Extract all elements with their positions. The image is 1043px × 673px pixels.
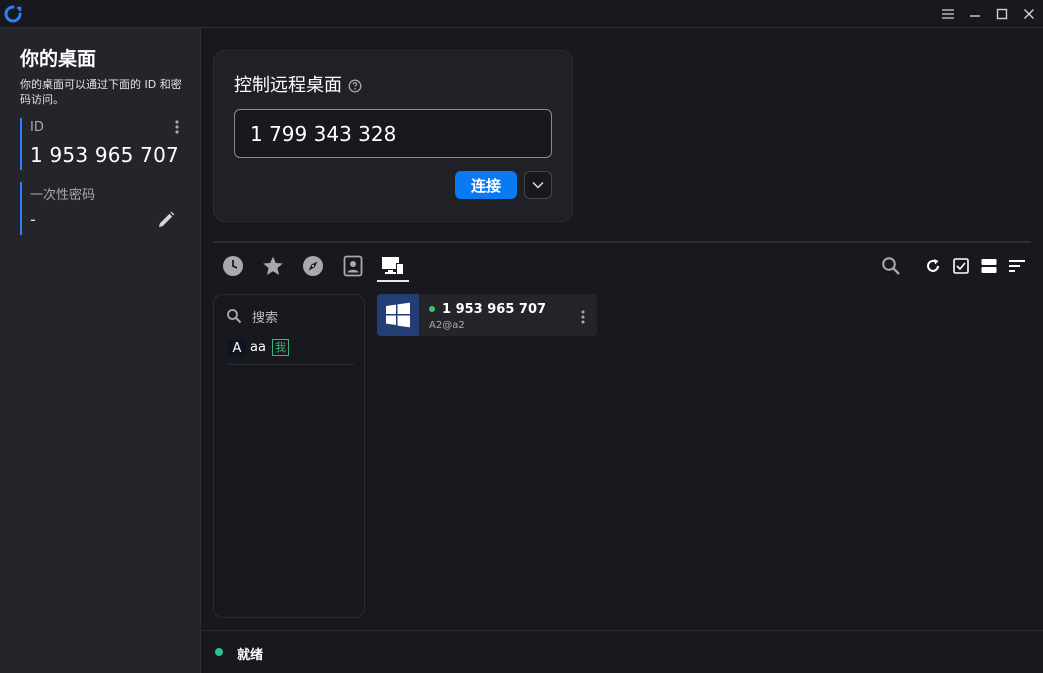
tab-discovered[interactable] (301, 254, 325, 278)
tag-search[interactable]: 搜索 (226, 305, 356, 327)
active-tab-indicator (377, 280, 409, 282)
tab-address-book[interactable] (341, 254, 365, 278)
app-logo-icon (4, 5, 22, 23)
tag-search-placeholder: 搜索 (252, 310, 279, 326)
password-value: - (30, 210, 36, 229)
help-icon[interactable] (348, 77, 362, 93)
peer-id: 1 953 965 707 (442, 302, 547, 317)
peer-alias: A2@a2 (429, 320, 465, 331)
refresh-button[interactable] (922, 255, 944, 277)
sort-button[interactable] (1006, 255, 1028, 277)
your-desktop-title: 你的桌面 (20, 48, 97, 70)
maximize-icon[interactable] (992, 4, 1012, 24)
remote-id-input[interactable] (234, 109, 552, 158)
tab-my-devices[interactable] (381, 254, 405, 278)
checkbox-icon (953, 258, 969, 274)
id-value[interactable]: 1 953 965 707 (30, 143, 179, 167)
online-status-dot (429, 306, 435, 312)
clock-icon (223, 256, 243, 276)
id-card: ID 1 953 965 707 (20, 118, 185, 170)
menu-icon[interactable] (938, 4, 958, 24)
title-bar (0, 0, 1043, 28)
view-list-icon (981, 259, 997, 273)
tab-recent[interactable] (221, 254, 245, 278)
tag-name: aa (250, 340, 266, 355)
minimize-icon[interactable] (965, 4, 985, 24)
ready-status-dot (215, 648, 223, 656)
refresh-icon (927, 259, 939, 272)
chevron-down-icon (532, 181, 544, 189)
control-remote-desktop-card: 控制远程桌面 连接 (213, 50, 573, 222)
star-icon (263, 256, 283, 275)
view-style-button[interactable] (978, 255, 1000, 277)
tag-avatar: A (228, 339, 246, 357)
search-icon (227, 309, 242, 324)
compass-icon (303, 256, 323, 276)
control-remote-title-text: 控制远程桌面 (234, 75, 342, 96)
control-remote-title: 控制远程桌面 (234, 71, 362, 97)
sort-icon (1009, 260, 1025, 272)
peer-card[interactable]: 1 953 965 707 A2@a2 (377, 294, 597, 336)
tag-item[interactable]: A aa 我 (228, 339, 354, 365)
your-desktop-description: 你的桌面可以通过下面的 ID 和密码访问。 (20, 78, 182, 106)
peer-more-icon[interactable] (579, 309, 587, 325)
contact-icon (343, 255, 363, 277)
password-card: 一次性密码 - (20, 182, 185, 235)
me-badge: 我 (271, 339, 289, 356)
section-divider (213, 241, 1031, 243)
tab-favorites[interactable] (261, 254, 285, 278)
select-button[interactable] (950, 255, 972, 277)
status-text: 就绪 (237, 648, 264, 663)
address-book-panel: 搜索 A aa 我 (213, 294, 365, 618)
status-bar: 就绪 (201, 630, 1043, 673)
edit-password-icon[interactable] (156, 210, 176, 230)
close-icon[interactable] (1019, 4, 1039, 24)
id-label: ID (30, 120, 44, 135)
connect-options-button[interactable] (524, 171, 552, 199)
search-peers-button[interactable] (880, 255, 902, 277)
devices-icon (382, 257, 404, 275)
your-desktop-panel: 你的桌面 你的桌面可以通过下面的 ID 和密码访问。 ID 1 953 965 … (0, 28, 201, 673)
connect-button[interactable]: 连接 (455, 171, 517, 199)
search-icon (882, 257, 900, 275)
id-more-icon[interactable] (172, 118, 182, 136)
password-label: 一次性密码 (30, 188, 96, 203)
windows-icon (377, 294, 419, 336)
